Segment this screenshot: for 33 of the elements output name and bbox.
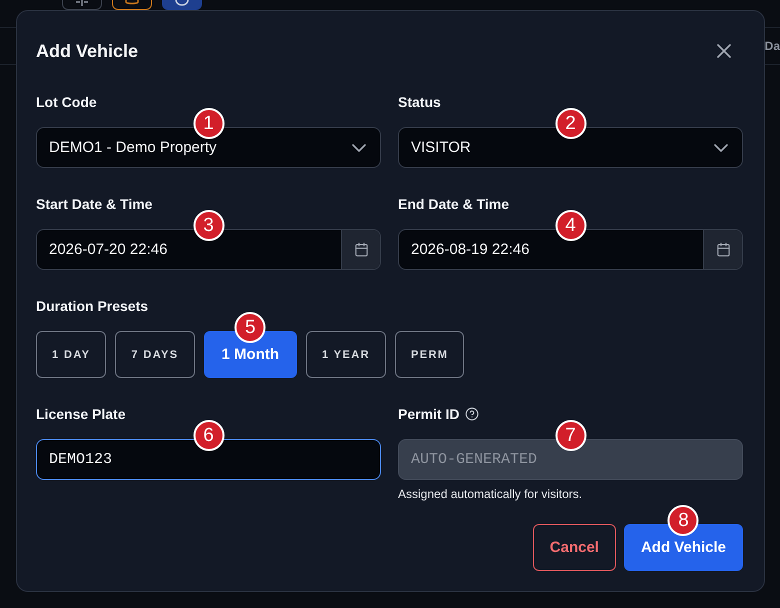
cancel-button[interactable]: Cancel — [532, 524, 616, 571]
number-marker: 2 — [555, 108, 586, 139]
preset-button[interactable]: PERM — [394, 331, 464, 378]
calendar-button[interactable] — [703, 230, 742, 269]
toolbar-button[interactable] — [162, 0, 202, 10]
field-label: Start Date & Time — [36, 195, 152, 214]
field-hint: Assigned automatically for visitors. — [398, 486, 584, 502]
field-label: Lot Code — [36, 93, 97, 112]
calendar-button[interactable] — [341, 230, 380, 269]
chevron-down-icon — [352, 144, 366, 152]
number-marker: 6 — [193, 420, 224, 451]
calendar-icon — [354, 242, 368, 257]
field-label: Duration Presets — [36, 297, 148, 316]
number-marker: 7 — [555, 420, 586, 451]
field-label: Permit ID — [398, 405, 460, 424]
chevron-down-icon — [714, 144, 728, 152]
preset-button[interactable]: 7 DAYS — [115, 331, 195, 378]
number-marker: 3 — [193, 210, 224, 241]
cylinder-icon — [125, 0, 139, 6]
number-marker: 8 — [668, 505, 699, 536]
columns-icon — [75, 0, 89, 6]
field-label: License Plate — [36, 405, 126, 424]
calendar-icon — [716, 242, 730, 257]
field-label: End Date & Time — [398, 195, 509, 214]
preset-button[interactable]: 1 YEAR — [306, 331, 386, 378]
dialog-title: Add Vehicle — [36, 40, 138, 63]
number-marker: 1 — [193, 108, 224, 139]
number-marker: 5 — [234, 312, 266, 343]
number-marker: 4 — [555, 210, 586, 241]
column-header: Da — [764, 38, 780, 54]
close-icon — [717, 44, 731, 58]
field-label: Status — [398, 93, 441, 112]
preset-button[interactable]: 1 DAY — [36, 331, 106, 378]
